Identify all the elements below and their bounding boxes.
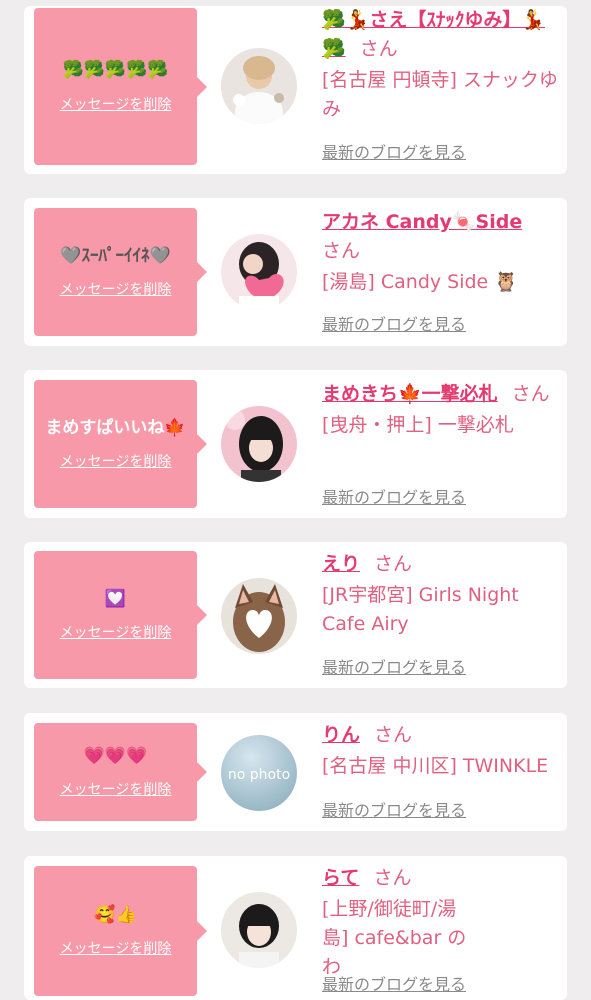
message-bubble: 🥦🥦🥦🥦🥦 メッセージを削除 <box>34 8 207 165</box>
user-name-link[interactable]: 🥦💃さえ【ｽﾅｯｸゆみ】💃🥦 <box>322 9 545 60</box>
honorific: さん <box>322 240 361 262</box>
shop-name: [湯島] Candy Side 🦉 <box>322 271 518 293</box>
name-line: アカネ Candy🍬Side さん <box>322 208 562 266</box>
no-photo-text: no photo <box>228 767 290 783</box>
honorific: さん <box>373 867 412 889</box>
no-photo-icon: no photo <box>221 735 297 811</box>
photo-white-dress-icon <box>221 48 297 124</box>
message-card: まめすぱいいね🍁 メッセージを削除 まめきち🍁一撃必札 さん [曳舟・押上] 一撃… <box>24 370 567 518</box>
shop-name: [名古屋 円頓寺] スナックゆみ <box>322 69 558 120</box>
user-info: らて さん [上野/御徒町/湯島] cafe&bar のわ 最新のブログを見る <box>322 864 562 994</box>
delete-message-link[interactable]: メッセージを削除 <box>60 938 172 958</box>
latest-blog-link[interactable]: 最新のブログを見る <box>322 797 466 821</box>
message-card: 💟 メッセージを削除 えり さん [JR宇都宮] Girls Night Cafe… <box>24 542 567 688</box>
delete-message-link[interactable]: メッセージを削除 <box>60 779 172 799</box>
avatar[interactable] <box>221 48 297 124</box>
message-bubble: 💟 メッセージを削除 <box>34 551 207 679</box>
message-text: 🩶ｽｰﾊﾟｰｲｲﾈ🩶 <box>60 245 171 266</box>
honorific: さん <box>511 383 550 405</box>
avatar[interactable] <box>221 406 297 482</box>
message-bubble: 🩶ｽｰﾊﾟｰｲｲﾈ🩶 メッセージを削除 <box>34 208 207 336</box>
shop-name: [JR宇都宮] Girls Night Cafe Airy <box>322 584 519 635</box>
name-line: らて さん <box>322 864 562 893</box>
user-info: まめきち🍁一撃必札 さん [曳舟・押上] 一撃必札 最新のブログを見る <box>322 380 562 507</box>
message-text: 🥦🥦🥦🥦🥦 <box>62 60 169 81</box>
honorific: さん <box>374 553 413 575</box>
message-bubble: まめすぱいいね🍁 メッセージを削除 <box>34 380 207 508</box>
user-name-link[interactable]: りん <box>322 724 360 746</box>
name-line: まめきち🍁一撃必札 さん <box>322 380 562 409</box>
avatar[interactable]: no photo <box>221 735 297 811</box>
shop-name: [上野/御徒町/湯島] cafe&bar のわ <box>322 898 467 978</box>
message-card: 🥰👍 メッセージを削除 らて さん [上野/御徒町/湯島] cafe&bar のわ… <box>24 856 567 1000</box>
latest-blog-link[interactable]: 最新のブログを見る <box>322 311 466 335</box>
honorific: さん <box>374 724 413 746</box>
photo-cat-ears-icon <box>221 578 297 654</box>
name-line: りん さん <box>322 721 562 750</box>
message-card: 🩶ｽｰﾊﾟｰｲｲﾈ🩶 メッセージを削除 アカネ Candy🍬Side さん [湯島… <box>24 198 567 346</box>
user-name-link[interactable]: えり <box>322 553 360 575</box>
user-name-link[interactable]: アカネ Candy🍬Side <box>322 211 522 233</box>
name-line: えり さん <box>322 550 562 579</box>
avatar[interactable] <box>221 234 297 310</box>
delete-message-link[interactable]: メッセージを削除 <box>60 94 172 114</box>
user-name-link[interactable]: まめきち🍁一撃必札 <box>322 383 498 405</box>
latest-blog-link[interactable]: 最新のブログを見る <box>322 139 466 163</box>
avatar[interactable] <box>221 892 297 968</box>
avatar[interactable] <box>221 578 297 654</box>
honorific: さん <box>359 38 398 60</box>
name-line: 🥦💃さえ【ｽﾅｯｸゆみ】💃🥦 さん <box>322 6 562 64</box>
latest-blog-link[interactable]: 最新のブログを見る <box>322 484 466 508</box>
user-info: アカネ Candy🍬Side さん [湯島] Candy Side 🦉 最新のブロ… <box>322 208 562 334</box>
user-info: 🥦💃さえ【ｽﾅｯｸゆみ】💃🥦 さん [名古屋 円頓寺] スナックゆみ 最新のブログ… <box>322 6 562 162</box>
message-bubble: 🥰👍 メッセージを削除 <box>34 866 207 996</box>
photo-short-hair-icon <box>221 892 297 968</box>
delete-message-link[interactable]: メッセージを削除 <box>60 622 172 642</box>
user-info: りん さん [名古屋 中川区] TWINKLE 最新のブログを見る <box>322 721 562 820</box>
latest-blog-link[interactable]: 最新のブログを見る <box>322 971 466 995</box>
message-card: 🥦🥦🥦🥦🥦 メッセージを削除 🥦💃さえ【ｽﾅｯｸゆみ】💃🥦 さん [名古屋 円頓寺… <box>24 6 567 174</box>
message-text: 💗💗💗 <box>83 745 148 766</box>
delete-message-link[interactable]: メッセージを削除 <box>60 451 172 471</box>
message-text: 💟 <box>104 588 127 609</box>
message-bubble: 💗💗💗 メッセージを削除 <box>34 723 207 821</box>
message-text: まめすぱいいね🍁 <box>45 417 186 438</box>
shop-name: [曳舟・押上] 一撃必札 <box>322 414 514 436</box>
photo-heart-pillow-icon <box>221 234 297 310</box>
photo-dark-hair-icon <box>221 406 297 482</box>
user-info: えり さん [JR宇都宮] Girls Night Cafe Airy 最新のブロ… <box>322 550 562 677</box>
user-name-link[interactable]: らて <box>322 867 359 889</box>
message-text: 🥰👍 <box>94 904 137 925</box>
latest-blog-link[interactable]: 最新のブログを見る <box>322 654 466 678</box>
message-card: 💗💗💗 メッセージを削除 no photo りん さん [名古屋 中川区] TWI… <box>24 713 567 831</box>
delete-message-link[interactable]: メッセージを削除 <box>60 279 172 299</box>
shop-name: [名古屋 中川区] TWINKLE <box>322 755 549 777</box>
